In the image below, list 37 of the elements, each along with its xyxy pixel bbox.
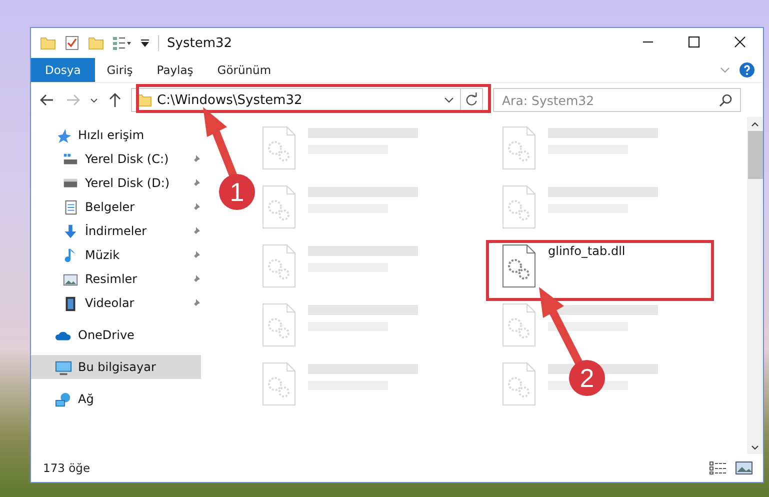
sidebar-item[interactable]: Yerel Disk (C:) [31,147,201,171]
sidebar-item[interactable]: Resimler [31,267,201,291]
download-icon [62,222,79,240]
properties-icon[interactable] [64,35,80,51]
gear-file-icon[interactable] [502,244,536,288]
sidebar-item[interactable]: İndirmeler [31,219,201,243]
search-icon [719,93,733,107]
sidebar-item[interactable]: OneDrive [31,323,201,347]
search-field[interactable]: Ara: System32 [493,88,741,112]
sidebar-item[interactable]: Ağ [31,387,201,411]
ribbon-tab[interactable]: Giriş [94,58,145,82]
address-path: C:\Windows\System32 [157,92,304,108]
help-icon[interactable] [739,62,755,78]
dropdown-icon[interactable] [140,38,150,48]
ribbon-tab[interactable]: Dosya [31,58,95,82]
folder-icon[interactable] [40,35,56,51]
sidebar-item[interactable]: Bu bilgisayar [31,355,201,379]
scrollbar[interactable] [747,117,763,454]
computer-icon [55,358,72,376]
new-folder-icon[interactable] [88,35,104,51]
sidebar-item[interactable]: Müzik [31,243,201,267]
file-name[interactable]: glinfo_tab.dll [548,244,626,258]
scrollbar-thumb[interactable] [748,131,762,179]
sidebar-item[interactable]: Yerel Disk (D:) [31,171,201,195]
network-icon [55,390,72,408]
window-title: System32 [167,36,234,50]
details-view-icon[interactable] [709,461,727,475]
sidebar-item[interactable]: Belgeler [31,195,201,219]
ribbon-tab[interactable]: Paylaş [144,58,206,82]
star-icon [55,126,72,144]
sidebar-item[interactable]: Hızlı erişim [31,123,201,147]
address-bar[interactable]: C:\Windows\System32 [131,88,483,112]
item-count: 173 öğe [43,461,92,475]
ribbon-tab[interactable]: Görünüm [205,58,284,82]
view-list-icon[interactable] [112,35,132,51]
large-icons-view-icon[interactable] [735,461,753,475]
sidebar-item[interactable]: Videolar [31,291,201,315]
